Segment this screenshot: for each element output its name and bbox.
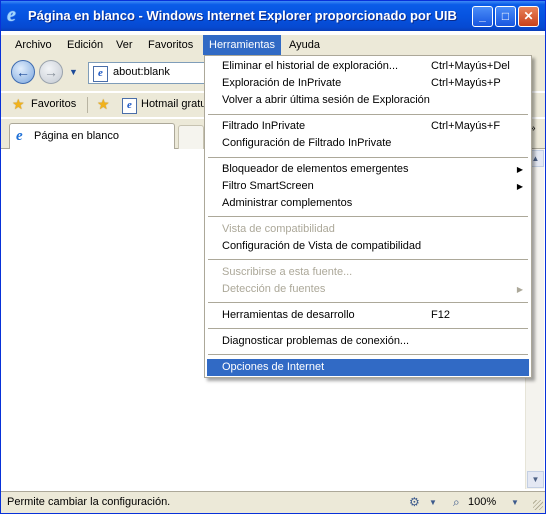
add-favorites-icon[interactable]: ★ <box>97 96 110 113</box>
title-bar[interactable]: e Página en blanco - Windows Internet Ex… <box>1 1 545 31</box>
menu-item-config-vista-compatibilidad[interactable]: Configuración de Vista de compatibilidad <box>207 238 529 255</box>
ie-window: e Página en blanco - Windows Internet Ex… <box>0 0 546 514</box>
window-title: Página en blanco - Windows Internet Expl… <box>28 8 457 23</box>
minimize-button[interactable]: _ <box>472 6 493 27</box>
menu-archivo[interactable]: Archivo <box>9 35 58 55</box>
menu-item-opciones-internet[interactable]: Opciones de Internet <box>207 359 529 376</box>
favorites-button[interactable]: Favoritos <box>31 98 76 110</box>
menu-item-administrar-complementos[interactable]: Administrar complementos <box>207 195 529 212</box>
menu-item-herramientas-desarrollo[interactable]: Herramientas de desarrollo F12 <box>207 307 529 324</box>
submenu-arrow-icon: ▶ <box>516 285 523 294</box>
ie-logo-icon: e <box>16 128 23 144</box>
address-bar[interactable]: e about:blank <box>88 62 208 84</box>
favorite-link-hotmail[interactable]: Hotmail gratu <box>141 98 206 110</box>
page-icon: e <box>93 66 108 82</box>
security-dropdown-icon[interactable]: ▼ <box>429 498 437 507</box>
menu-bar: Archivo Edición Ver Favoritos Herramient… <box>1 35 545 55</box>
menu-item-exploracion-inprivate[interactable]: Exploración de InPrivate Ctrl+Mayús+P <box>207 75 529 92</box>
menu-item-filtro-smartscreen[interactable]: Filtro SmartScreen ▶ <box>207 178 529 195</box>
ie-logo-icon: e <box>7 4 16 26</box>
status-bar: Permite cambiar la configuración. ⚙ ▼ ⌕ … <box>1 491 545 513</box>
menu-separator <box>208 328 528 329</box>
zoom-level[interactable]: 100% <box>468 496 496 508</box>
back-arrow-icon[interactable]: ← <box>11 60 35 84</box>
hotmail-page-icon: e <box>122 98 137 114</box>
menu-separator <box>208 157 528 158</box>
menu-item-eliminar-historial[interactable]: Eliminar el historial de exploración... … <box>207 58 529 75</box>
address-text: about:blank <box>113 66 170 78</box>
menu-item-diagnosticar-conexion[interactable]: Diagnosticar problemas de conexión... <box>207 333 529 350</box>
tab-pagina-en-blanco[interactable]: e Página en blanco <box>9 123 175 149</box>
menu-favoritos[interactable]: Favoritos <box>142 35 199 55</box>
tools-menu: Eliminar el historial de exploración... … <box>204 55 532 378</box>
star-icon: ★ <box>12 96 25 112</box>
menu-item-reabrir-sesion[interactable]: Volver a abrir última sesión de Explorac… <box>207 92 529 109</box>
scroll-down-icon[interactable]: ▼ <box>527 471 544 488</box>
zoom-dropdown-icon[interactable]: ▼ <box>511 498 519 507</box>
magnifier-icon[interactable]: ⌕ <box>453 495 460 510</box>
tab-label: Página en blanco <box>34 130 120 142</box>
toolbar-separator <box>87 97 88 113</box>
menu-ver[interactable]: Ver <box>110 35 139 55</box>
recent-pages-chevron-icon[interactable]: ▼ <box>69 67 78 77</box>
menu-separator <box>208 259 528 260</box>
status-text: Permite cambiar la configuración. <box>7 496 171 508</box>
maximize-button[interactable]: □ <box>495 6 516 27</box>
security-zone-icon[interactable]: ⚙ <box>409 495 420 509</box>
menu-item-filtrado-inprivate[interactable]: Filtrado InPrivate Ctrl+Mayús+F <box>207 118 529 135</box>
menu-separator <box>208 114 528 115</box>
menu-edicion[interactable]: Edición <box>61 35 109 55</box>
menu-ayuda[interactable]: Ayuda <box>283 35 326 55</box>
submenu-arrow-icon: ▶ <box>516 165 523 174</box>
menu-separator <box>208 216 528 217</box>
menu-item-config-filtrado[interactable]: Configuración de Filtrado InPrivate <box>207 135 529 152</box>
forward-arrow-icon[interactable]: → <box>39 60 63 84</box>
new-tab-button[interactable] <box>178 125 204 149</box>
menu-separator <box>208 354 528 355</box>
menu-item-suscribirse-fuente: Suscribirse a esta fuente... <box>222 266 353 278</box>
submenu-arrow-icon: ▶ <box>516 182 523 191</box>
menu-item-bloqueador-emergentes[interactable]: Bloqueador de elementos emergentes ▶ <box>207 161 529 178</box>
close-button[interactable]: ✕ <box>518 6 539 27</box>
resize-grip[interactable] <box>533 500 543 510</box>
menu-herramientas[interactable]: Herramientas <box>203 35 282 55</box>
menu-item-vista-compatibilidad: Vista de compatibilidad <box>222 223 335 235</box>
menu-separator <box>208 302 528 303</box>
menu-item-deteccion-fuentes: Detección de fuentes ▶ <box>207 281 529 298</box>
